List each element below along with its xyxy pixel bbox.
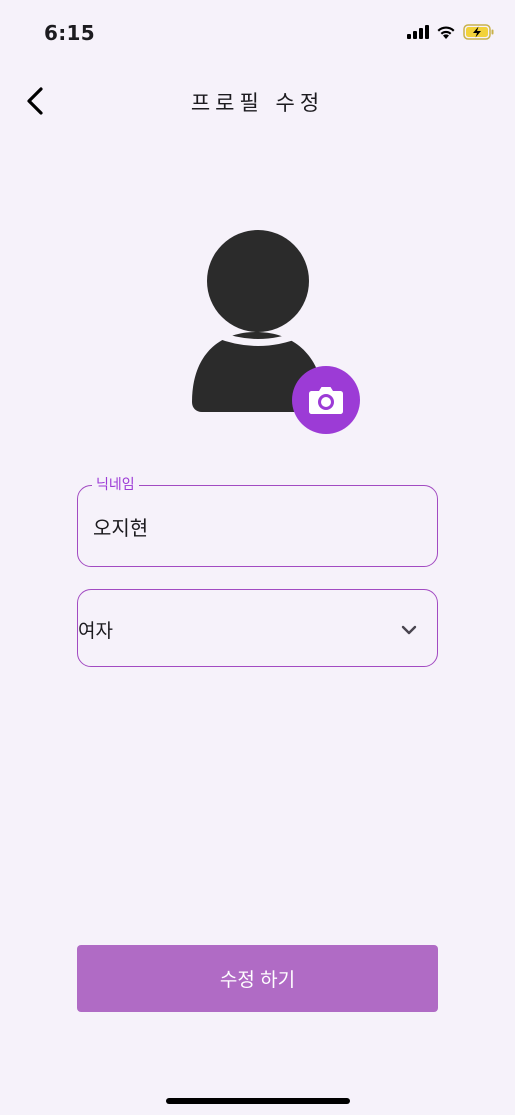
submit-button[interactable]: 수정 하기 xyxy=(77,945,438,1012)
camera-icon xyxy=(309,387,343,414)
battery-charging-icon xyxy=(463,24,494,40)
gender-select[interactable]: 여자 xyxy=(77,589,438,667)
home-indicator xyxy=(166,1098,350,1104)
chevron-down-icon xyxy=(401,625,417,635)
change-photo-button[interactable] xyxy=(292,366,360,434)
nickname-label: 닉네임 xyxy=(92,474,139,494)
wifi-icon xyxy=(437,25,455,39)
page-title: 프로필 수정 xyxy=(190,91,325,115)
signal-icon xyxy=(407,25,429,39)
status-icons xyxy=(407,24,495,40)
gender-selected-value: 여자 xyxy=(78,620,113,642)
edit-profile-screen: 6:15 프로필 수정 닉네임 오지현 여자 수정 하기 xyxy=(0,0,515,1115)
nickname-field[interactable]: 닉네임 오지현 xyxy=(77,474,438,567)
status-time: 6:15 xyxy=(44,21,95,45)
nickname-input[interactable]: 오지현 xyxy=(93,512,148,541)
